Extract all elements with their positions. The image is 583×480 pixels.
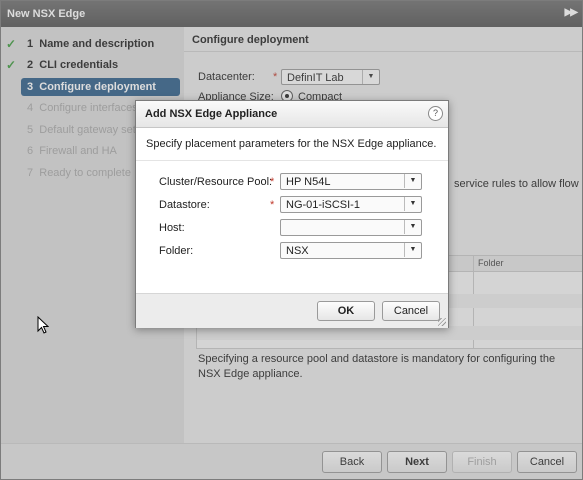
help-icon[interactable]: ? — [428, 106, 443, 121]
host-select[interactable]: ▼ — [280, 219, 422, 236]
ok-button[interactable]: OK — [317, 301, 375, 321]
dialog-cancel-button[interactable]: Cancel — [382, 301, 440, 321]
mouse-cursor-icon — [37, 316, 49, 334]
dialog-footer: OK Cancel — [136, 293, 448, 328]
resize-grip[interactable] — [438, 318, 446, 326]
datastore-label: Datastore: — [159, 199, 210, 211]
cluster-label: Cluster/Resource Pool: — [159, 176, 273, 188]
required-marker: * — [270, 176, 275, 188]
folder-select[interactable]: NSX ▼ — [280, 242, 422, 259]
datastore-select[interactable]: NG-01-iSCSI-1 ▼ — [280, 196, 422, 213]
dialog-body: Specify placement parameters for the NSX… — [136, 128, 448, 293]
host-label: Host: — [159, 222, 185, 234]
dialog-titlebar: Add NSX Edge Appliance ? — [136, 101, 448, 128]
chevron-down-icon: ▼ — [404, 220, 421, 234]
divider — [136, 160, 448, 161]
add-nsx-edge-appliance-dialog: Add NSX Edge Appliance ? Specify placeme… — [135, 100, 449, 328]
cluster-select[interactable]: HP N54L ▼ — [280, 173, 422, 190]
chevron-down-icon: ▼ — [404, 243, 421, 257]
dialog-title: Add NSX Edge Appliance — [145, 108, 278, 120]
chevron-down-icon: ▼ — [404, 174, 421, 188]
dialog-description: Specify placement parameters for the NSX… — [146, 138, 437, 150]
folder-label: Folder: — [159, 245, 194, 257]
required-marker: * — [270, 199, 275, 211]
chevron-down-icon: ▼ — [404, 197, 421, 211]
